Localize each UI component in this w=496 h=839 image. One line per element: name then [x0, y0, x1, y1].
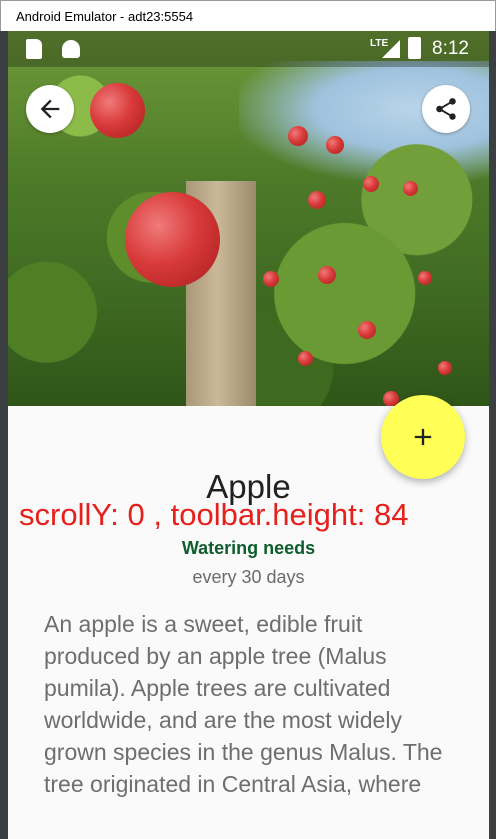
- apple-fruit: [403, 181, 418, 196]
- debug-overlay-text: scrollY: 0 , toolbar.height: 84: [19, 497, 409, 532]
- apple-fruit: [125, 192, 220, 287]
- android-icon: [62, 40, 80, 58]
- window-title-bar[interactable]: Android Emulator - adt23:5554: [0, 0, 496, 31]
- arrow-back-icon: [40, 99, 60, 119]
- window-title: Android Emulator - adt23:5554: [16, 9, 194, 24]
- add-fab-button[interactable]: [381, 395, 465, 479]
- apple-fruit: [308, 191, 326, 209]
- status-bar: LTE 8:12: [8, 31, 489, 67]
- apple-fruit: [438, 361, 452, 375]
- watering-label: Watering needs: [181, 538, 316, 558]
- apple-fruit: [418, 271, 432, 285]
- apple-fruit: [298, 351, 313, 366]
- back-button[interactable]: [26, 85, 74, 133]
- share-icon: [436, 98, 456, 120]
- share-button[interactable]: [422, 85, 470, 133]
- watering-interval: every 30 days: [192, 567, 305, 587]
- apple-fruit: [318, 266, 336, 284]
- background-window-edge-right: [489, 31, 496, 839]
- apple-fruit: [363, 176, 379, 192]
- plant-description: An apple is a sweet, edible fruit produc…: [44, 611, 443, 797]
- sd-card-icon: [26, 39, 42, 59]
- apple-fruit: [263, 271, 279, 287]
- plant-header-image: LTE 8:12: [8, 31, 489, 406]
- apple-fruit: [90, 83, 145, 138]
- battery-charging-icon: [408, 37, 421, 59]
- emulator-screen: LTE 8:12 Apple scrollY: 0 , toolbar.heig…: [8, 31, 489, 839]
- plus-icon: [414, 428, 432, 446]
- apple-fruit: [326, 136, 344, 154]
- status-time: 8:12: [432, 38, 469, 59]
- apple-fruit: [288, 126, 308, 146]
- apple-fruit: [358, 321, 376, 339]
- background-window-edge: [0, 31, 8, 839]
- signal-icon: [382, 40, 400, 58]
